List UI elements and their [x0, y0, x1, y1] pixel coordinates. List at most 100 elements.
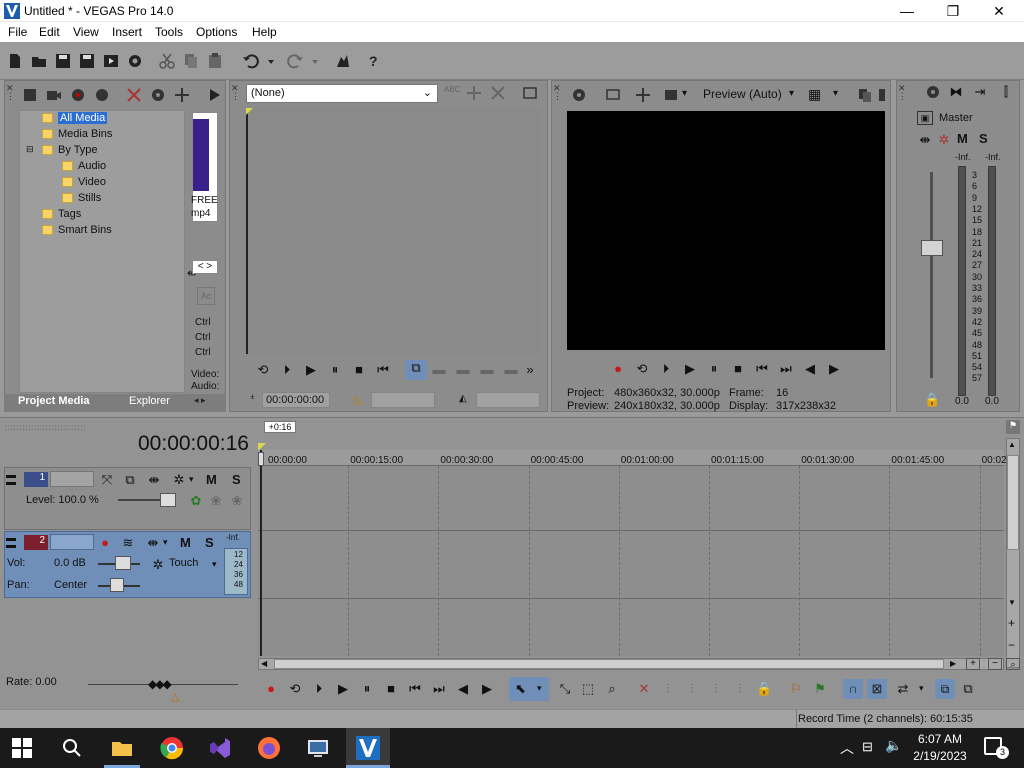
preview-go-to-end-icon[interactable]: ⏭ [778, 361, 794, 377]
spelling-abc-icon[interactable]: ABC [444, 85, 460, 101]
preview-close-icon[interactable]: ✕ ⋮ [553, 84, 563, 101]
quality-chevron-down-icon[interactable]: ▾ [789, 88, 794, 99]
timeline-tracks-area[interactable] [258, 466, 1004, 656]
automation-mode[interactable]: Touch [169, 557, 198, 569]
zoom-in-horizontal-icon[interactable]: + [966, 658, 980, 670]
split-icon[interactable]: ⫶ [732, 681, 748, 697]
overlays-chevron-down-icon[interactable]: ▾ [833, 88, 838, 99]
snapping-magnet-icon[interactable]: ∩ [843, 679, 863, 699]
volume-icon[interactable]: 🔈 [885, 737, 902, 754]
tree-item-audio[interactable]: Audio [62, 160, 106, 175]
stop-icon[interactable]: ■ [351, 362, 367, 378]
trim-icon[interactable]: ⫶ [660, 681, 676, 697]
zoom-in-vertical-icon[interactable]: + [1008, 616, 1015, 630]
lock-envelopes-icon[interactable]: ⧉ [935, 679, 955, 699]
play-media-icon[interactable] [206, 87, 222, 103]
marker-flag-icon[interactable]: ⚑ [1006, 420, 1020, 434]
vegas-taskbar-button[interactable] [346, 728, 390, 768]
audio-track-mute-button[interactable]: M [180, 535, 191, 550]
import-media-icon[interactable] [22, 87, 38, 103]
split-screen-icon[interactable] [663, 87, 679, 103]
master-close-icon[interactable]: ✕ ⋮ [898, 84, 908, 101]
redo-icon[interactable] [286, 52, 304, 70]
external-monitor-icon[interactable] [605, 87, 621, 103]
chrome-icon[interactable] [160, 736, 184, 760]
invert-phase-icon[interactable]: ≋ [120, 535, 136, 551]
ignore-grouping-icon[interactable]: ⧉ [960, 681, 976, 697]
track-composite-icon[interactable]: ⧉ [122, 472, 138, 488]
menu-tools[interactable]: Tools [155, 25, 183, 39]
tab-project-media[interactable]: Project Media [18, 395, 90, 407]
trimmer-add-icon-3[interactable]: ▬ [479, 362, 495, 378]
video-track-mute-button[interactable]: M [206, 472, 217, 487]
undo-dropdown-icon[interactable] [262, 52, 274, 70]
open-folder-icon[interactable] [30, 52, 48, 70]
visual-studio-icon[interactable] [208, 736, 232, 760]
master-fx-move-icon[interactable]: ⇼ [917, 132, 933, 148]
taskbar-time[interactable]: 6:07 AM [914, 732, 966, 746]
master-route-icon[interactable]: ⇥ [972, 84, 988, 100]
menu-edit[interactable]: Edit [39, 25, 60, 39]
enable-snapping-icon[interactable] [334, 52, 352, 70]
track-motion-icon[interactable]: ⤧ [99, 472, 115, 488]
audio-fx-chevron-down-icon[interactable]: ▾ [163, 537, 168, 548]
level-slider-handle[interactable] [160, 493, 176, 507]
trimmer-clear-icon[interactable] [490, 85, 506, 101]
vol-slider-handle[interactable] [115, 556, 131, 570]
horizontal-scroll-thumb[interactable] [274, 659, 944, 669]
automation-gear-icon[interactable]: ✲ [150, 557, 166, 573]
trimmer-close-icon[interactable]: ✕ ⋮ [231, 84, 241, 101]
track-fx-chevron-down-icon[interactable]: ▾ [189, 474, 194, 485]
panel-close-icon[interactable]: ✕ ⋮ [6, 84, 16, 101]
zoom-tool-icon[interactable]: ⌕ [1006, 658, 1020, 670]
whats-this-help-icon[interactable]: ? [366, 52, 384, 70]
timeline-stop-icon[interactable]: ■ [383, 681, 399, 697]
track-move-icon[interactable]: ⇼ [146, 472, 162, 488]
cut-icon[interactable] [158, 52, 176, 70]
scroll-right-icon[interactable]: ▶ [950, 659, 956, 668]
master-channels-icon[interactable]: ⧓ [948, 84, 964, 100]
redo-dropdown-icon[interactable] [306, 52, 318, 70]
insert-marker-icon[interactable]: ⚐ [788, 681, 804, 697]
insert-region-icon[interactable]: ⚑ [812, 681, 828, 697]
pause-icon[interactable]: ⏸ [327, 362, 343, 378]
video-track-solo-button[interactable]: S [232, 472, 241, 487]
video-track-name-field[interactable] [50, 471, 94, 487]
audio-track-minimize-icon[interactable]: ▬ ▬ [6, 534, 20, 551]
selection-length-field[interactable] [371, 392, 435, 408]
envelope-tool-icon[interactable]: ⤡ [557, 681, 573, 697]
render-as-icon[interactable] [102, 52, 120, 70]
vertical-scroll-thumb[interactable] [1007, 455, 1019, 550]
master-fx-gear-icon[interactable]: ✲ [936, 132, 952, 148]
rate-slider-handle[interactable]: ◆◆◆ [148, 677, 172, 691]
preview-fx-icon[interactable] [635, 87, 651, 103]
thumbnail-nav-buttons[interactable]: < > [192, 260, 218, 274]
normal-edit-tool-button[interactable]: ⬉ ▾ [509, 677, 549, 701]
windows-start-icon[interactable] [12, 738, 32, 758]
timeline-go-to-end-icon[interactable]: ⏭ [431, 681, 447, 697]
timeline-loop-icon[interactable]: ⟲ [287, 681, 303, 697]
preview-loop-icon[interactable]: ⟲ [634, 361, 650, 377]
tree-item-tags[interactable]: Tags [42, 208, 81, 223]
menu-insert[interactable]: Insert [112, 25, 142, 39]
timeline-go-to-start-icon[interactable]: ⏮ [407, 681, 423, 697]
master-lock-icon[interactable]: 🔒 [924, 392, 940, 408]
next-frame-icon[interactable]: ▶ [826, 361, 842, 377]
overlays-grid-icon[interactable]: ▦ [808, 86, 824, 102]
selection-end-field[interactable] [476, 392, 540, 408]
media-fx-icon[interactable] [174, 87, 190, 103]
go-to-start-icon[interactable]: ⏮ [375, 362, 391, 378]
file-explorer-icon[interactable] [110, 736, 134, 760]
trim-start-icon[interactable]: ⫶ [684, 681, 700, 697]
track-minimize-icon[interactable]: ▬ ▬ [6, 471, 20, 488]
capture-video-icon[interactable] [46, 87, 62, 103]
timeline-prev-frame-icon[interactable]: ◀ [455, 681, 471, 697]
cursor-handle-icon[interactable] [258, 452, 264, 466]
timeline-record-icon[interactable]: ● [263, 681, 279, 697]
play-from-start-icon[interactable]: ⏵ [279, 362, 295, 378]
tree-item-by-type[interactable]: By Type [42, 144, 98, 159]
timeline-pause-icon[interactable]: ⏸ [359, 681, 375, 697]
arm-for-record-icon[interactable]: ● [97, 535, 113, 551]
master-fader-handle[interactable] [921, 240, 943, 256]
menu-options[interactable]: Options [196, 25, 237, 39]
